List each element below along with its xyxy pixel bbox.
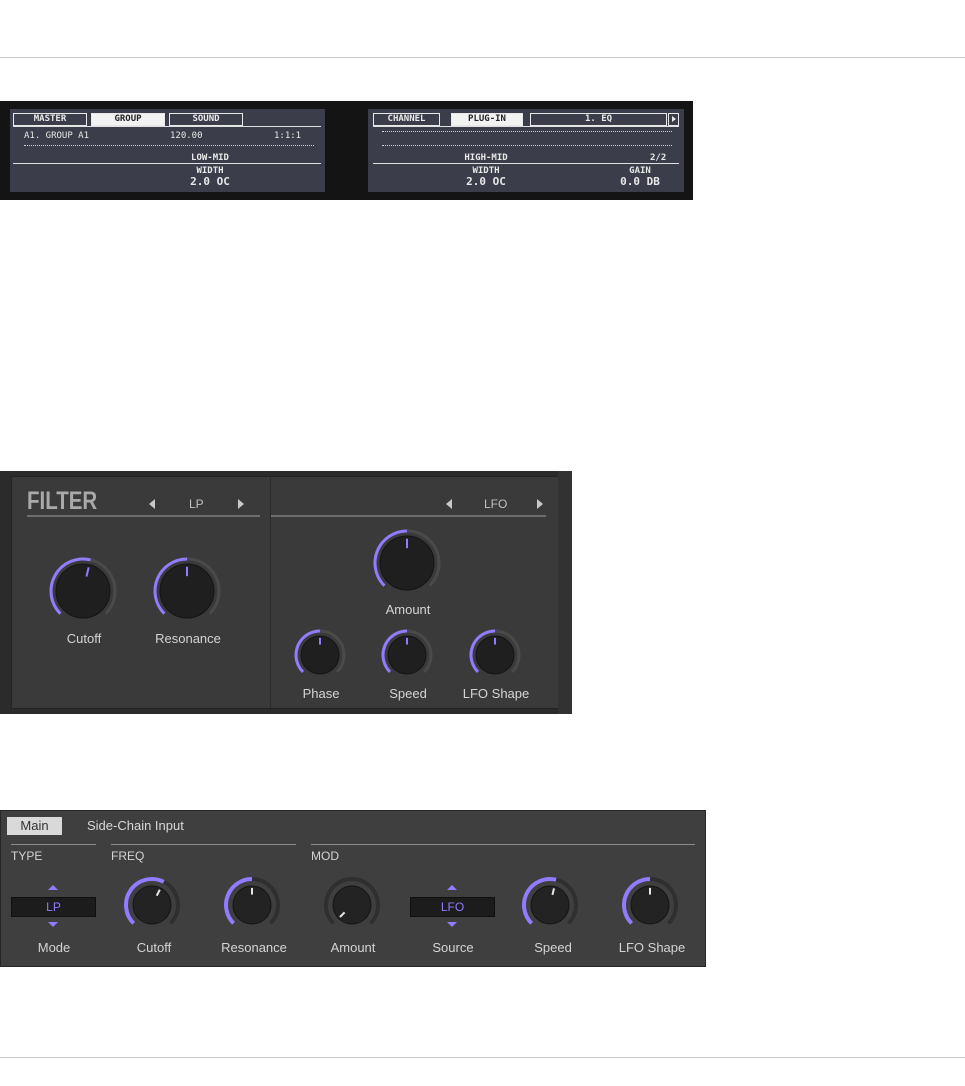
cutoff-label: Cutoff [136,940,172,955]
section-label: LOW-MID [191,153,229,163]
plugin-panel: FILTER LP LFO Cutoff Resonance Amount Ph… [0,471,572,714]
next-source-icon[interactable] [537,499,543,509]
next-type-icon[interactable] [238,499,244,509]
next-arrow-icon[interactable] [668,113,679,126]
param-value: 2.0 OC [466,175,506,188]
source-selector[interactable]: LFO [410,897,495,917]
amount-label: Amount [385,602,431,617]
param-value: 0.0 DB [620,175,660,188]
mode-up-icon[interactable] [48,885,58,890]
param-value: 2.0 OC [190,175,230,188]
tab-sound[interactable]: SOUND [169,113,243,126]
bottom-rule [0,1057,965,1058]
prev-type-icon[interactable] [149,499,155,509]
software-filter-panel: Main Side-Chain Input TYPE FREQ MOD LP L… [0,810,706,967]
type-section-line [11,844,96,845]
tab-group[interactable]: GROUP [91,113,165,126]
separator-dots [24,145,314,146]
mod-section-line [311,844,695,845]
panel-edge [558,471,572,714]
top-rule [0,57,965,58]
prev-source-icon[interactable] [446,499,452,509]
filter-type: LP [189,497,204,511]
freq-section-label: FREQ [111,849,145,863]
plugin-slot[interactable]: 1. EQ [530,113,667,126]
tab-main[interactable]: Main [7,817,62,835]
section-divider [270,477,271,708]
tab-plugin[interactable]: PLUG-IN [451,113,523,126]
panel-title: FILTER [27,487,98,515]
cutoff-label: Cutoff [66,631,102,646]
amount-label: Amount [330,940,376,955]
speed-label: Speed [389,686,427,701]
tab-sidechain-input[interactable]: Side-Chain Input [87,818,184,833]
tab-master[interactable]: MASTER [13,113,87,126]
separator-dots [382,131,672,132]
tab-underline [373,126,679,127]
freq-section-line [111,844,296,845]
section-label: HIGH-MID [464,153,508,163]
speed-label: Speed [534,940,572,955]
tempo: 120.00 [170,131,203,141]
mode-label: Mode [37,940,71,955]
section-underline [13,163,321,164]
tab-underline [13,126,321,127]
title-underline [27,515,260,517]
section-underline [373,163,679,164]
resonance-label: Resonance [221,940,287,955]
resonance-label: Resonance [155,631,221,646]
phase-label: Phase [302,686,340,701]
mod-underline [271,515,546,517]
group-name: A1. GROUP A1 [24,131,90,141]
tab-channel[interactable]: CHANNEL [373,113,440,126]
page-indicator: 2/2 [650,153,667,163]
source-up-icon[interactable] [447,885,457,890]
song-position: 1:1:1 [274,131,302,141]
plugin-panel-body: FILTER LP LFO Cutoff Resonance Amount Ph… [11,476,559,709]
mod-section-label: MOD [311,849,339,863]
right-display: CHANNEL PLUG-IN 1. EQ HIGH-MID 2/2 WIDTH… [368,109,684,192]
source-label: Source [432,940,474,955]
lfo-shape-label: LFO Shape [618,940,686,955]
left-display: MASTER GROUP SOUND A1. GROUP A1 120.00 1… [10,109,325,192]
mode-down-icon[interactable] [48,922,58,927]
source-down-icon[interactable] [447,922,457,927]
lfo-shape-label: LFO Shape [462,686,530,701]
mode-selector[interactable]: LP [11,897,96,917]
type-section-label: TYPE [11,849,43,863]
separator-dots [382,145,672,146]
mod-source: LFO [484,497,508,511]
